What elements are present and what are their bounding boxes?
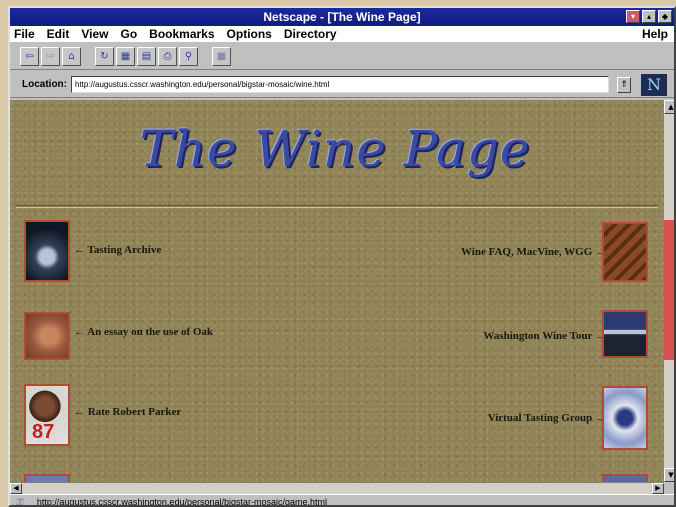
scroll-right-icon[interactable]: ▶ — [652, 483, 664, 494]
link-virtual-tasting[interactable]: Virtual Tasting Group → — [488, 412, 606, 424]
stop-icon[interactable]: ■ — [212, 47, 231, 66]
open-icon[interactable]: ▤ — [137, 47, 156, 66]
tasting-archive-image[interactable] — [24, 220, 70, 282]
back-icon[interactable]: ⇦ — [20, 47, 39, 66]
browser-window: Netscape - [The Wine Page] ▾ ▴ ◆ File Ed… — [8, 6, 676, 507]
divider — [16, 205, 658, 208]
find-icon[interactable]: ⚲ — [179, 47, 198, 66]
link-wine-faq[interactable]: Wine FAQ, MacVine, WGG → — [461, 246, 606, 258]
menu-options[interactable]: Options — [221, 27, 278, 41]
print-icon[interactable]: ⎙ — [158, 47, 177, 66]
window-controls: ▾ ▴ ◆ — [626, 10, 672, 23]
partial-image-right[interactable] — [602, 474, 648, 482]
scroll-down-icon[interactable]: ▼ — [664, 468, 674, 482]
menu-bookmarks[interactable]: Bookmarks — [143, 27, 220, 41]
location-label: Location: — [22, 79, 67, 90]
url-input[interactable]: http://augustus.csscr.washington.edu/per… — [71, 76, 609, 93]
window-title: Netscape - [The Wine Page] — [263, 10, 421, 24]
toolbar: ⇦ ⇨ ⌂ ↻ ▦ ▤ ⎙ ⚲ ■ — [10, 44, 674, 70]
link-rate-parker[interactable]: ← Rate Robert Parker — [74, 406, 181, 418]
restore-button[interactable]: ◆ — [658, 10, 672, 23]
virtual-tasting-image[interactable] — [602, 386, 648, 450]
link-washington-tour[interactable]: Washington Wine Tour → — [483, 330, 606, 342]
status-url: http://augustus.csscr.washington.edu/per… — [36, 497, 328, 507]
vertical-scrollbar[interactable]: ▲ ▼ — [664, 100, 674, 482]
reload-icon[interactable]: ↻ — [95, 47, 114, 66]
security-key-icon: ⚿ — [16, 496, 23, 507]
scrollbar-thumb[interactable] — [664, 220, 674, 360]
menu-go[interactable]: Go — [114, 27, 143, 41]
menu-file[interactable]: File — [10, 27, 41, 41]
home-icon[interactable]: ⌂ — [62, 47, 81, 66]
url-dropdown-button[interactable]: ⇑ — [617, 76, 631, 93]
netscape-logo[interactable]: N — [641, 73, 667, 96]
menu-bar: File Edit View Go Bookmarks Options Dire… — [10, 26, 674, 42]
menu-directory[interactable]: Directory — [278, 27, 343, 41]
maximize-button[interactable]: ▴ — [642, 10, 656, 23]
images-icon[interactable]: ▦ — [116, 47, 135, 66]
oak-essay-image[interactable] — [24, 312, 70, 360]
page-content: The Wine Page ← Tasting Archive ← An ess… — [10, 100, 664, 482]
parker-score-text: 87 — [32, 421, 55, 443]
page-heading: The Wine Page — [139, 120, 531, 178]
location-bar: Location: http://augustus.csscr.washingt… — [10, 72, 674, 98]
partial-image-left[interactable] — [24, 474, 70, 482]
status-bar: ⚿ http://augustus.csscr.washington.edu/p… — [10, 494, 674, 507]
scroll-up-icon[interactable]: ▲ — [664, 100, 674, 114]
menu-edit[interactable]: Edit — [41, 27, 76, 41]
horizontal-scrollbar[interactable]: ◀ ▶ — [10, 482, 664, 494]
robert-parker-image[interactable]: 87 — [24, 384, 70, 446]
scroll-left-icon[interactable]: ◀ — [10, 483, 22, 494]
link-tasting-archive[interactable]: ← Tasting Archive — [74, 244, 161, 256]
minimize-button[interactable]: ▾ — [626, 10, 640, 23]
wine-cellar-image[interactable] — [602, 222, 648, 282]
forward-icon[interactable]: ⇨ — [41, 47, 60, 66]
link-oak-essay[interactable]: ← An essay on the use of Oak — [74, 326, 213, 338]
menu-view[interactable]: View — [75, 27, 114, 41]
title-bar: Netscape - [The Wine Page] ▾ ▴ ◆ — [10, 8, 674, 26]
menu-help[interactable]: Help — [642, 27, 674, 41]
washington-landscape-image[interactable] — [602, 310, 648, 358]
